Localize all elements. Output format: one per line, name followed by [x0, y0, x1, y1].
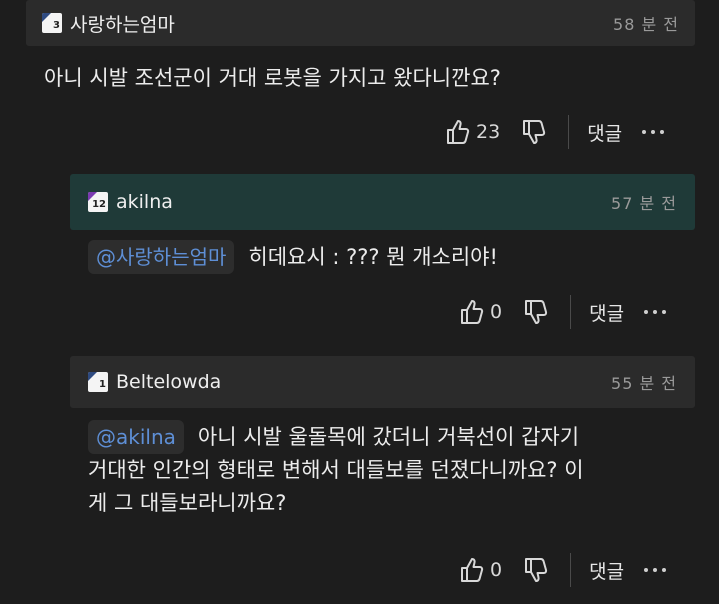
- comment-time: 55 분 전: [611, 374, 677, 393]
- thumbs-down-icon: [524, 557, 548, 583]
- dislike-button[interactable]: [524, 299, 548, 325]
- mention-link[interactable]: @사랑하는엄마: [88, 240, 235, 274]
- divider: [570, 553, 572, 587]
- like-button[interactable]: 0: [460, 557, 502, 583]
- author-nickname[interactable]: Beltelowda: [116, 371, 221, 393]
- more-options-icon[interactable]: [644, 568, 667, 572]
- like-button[interactable]: 0: [460, 299, 502, 325]
- mention-link[interactable]: @akilna: [88, 420, 184, 454]
- comment-time: 58 분 전: [613, 15, 679, 34]
- comment-time: 57 분 전: [611, 194, 677, 213]
- comment-text: @akilna 아니 시발 울돌목에 갔더니 거북선이 갑자기 거대한 인간의 형…: [88, 420, 698, 520]
- reply-button[interactable]: 댓글: [589, 299, 624, 326]
- thumbs-up-icon: [446, 119, 470, 145]
- author-nickname[interactable]: 사랑하는엄마: [70, 10, 175, 37]
- divider: [570, 295, 572, 329]
- thumbs-up-icon: [460, 557, 484, 583]
- dislike-button[interactable]: [522, 119, 546, 145]
- author[interactable]: 1 Beltelowda: [88, 371, 221, 393]
- author[interactable]: 12 akilna: [88, 191, 173, 213]
- comment-text: 아니 시발 조선군이 거대 로봇을 가지고 왔다니깐요?: [44, 66, 501, 90]
- thumbs-down-icon: [522, 119, 546, 145]
- reply-button[interactable]: 댓글: [587, 119, 622, 146]
- like-count: 0: [490, 559, 503, 581]
- author[interactable]: 3 사랑하는엄마: [42, 10, 175, 37]
- comment-header: 1 Beltelowda 55 분 전: [70, 356, 695, 408]
- comment-actions: 0 댓글: [460, 550, 667, 590]
- more-options-icon[interactable]: [642, 130, 665, 134]
- divider: [568, 115, 570, 149]
- comment-header: 12 akilna 57 분 전: [70, 174, 695, 230]
- thumbs-up-icon: [460, 299, 484, 325]
- dislike-button[interactable]: [524, 557, 548, 583]
- comment-actions: 0 댓글: [460, 292, 667, 332]
- comment-actions: 23 댓글: [446, 112, 665, 152]
- level-badge-icon: 1: [88, 372, 108, 392]
- like-count: 0: [490, 301, 503, 323]
- author-nickname[interactable]: akilna: [116, 191, 173, 213]
- like-button[interactable]: 23: [446, 119, 500, 145]
- comment-header: 3 사랑하는엄마 58 분 전: [26, 0, 695, 46]
- level-badge-icon: 3: [42, 13, 62, 33]
- reply-button[interactable]: 댓글: [589, 557, 624, 584]
- like-count: 23: [476, 121, 501, 143]
- comment-thread: 3 사랑하는엄마 58 분 전 아니 시발 조선군이 거대 로봇을 가지고 왔다…: [0, 0, 719, 604]
- more-options-icon[interactable]: [644, 310, 667, 314]
- thumbs-down-icon: [524, 299, 548, 325]
- level-badge-icon: 12: [88, 192, 108, 212]
- comment-text: @사랑하는엄마 히데요시 : ??? 뭔 개소리야!: [88, 240, 688, 274]
